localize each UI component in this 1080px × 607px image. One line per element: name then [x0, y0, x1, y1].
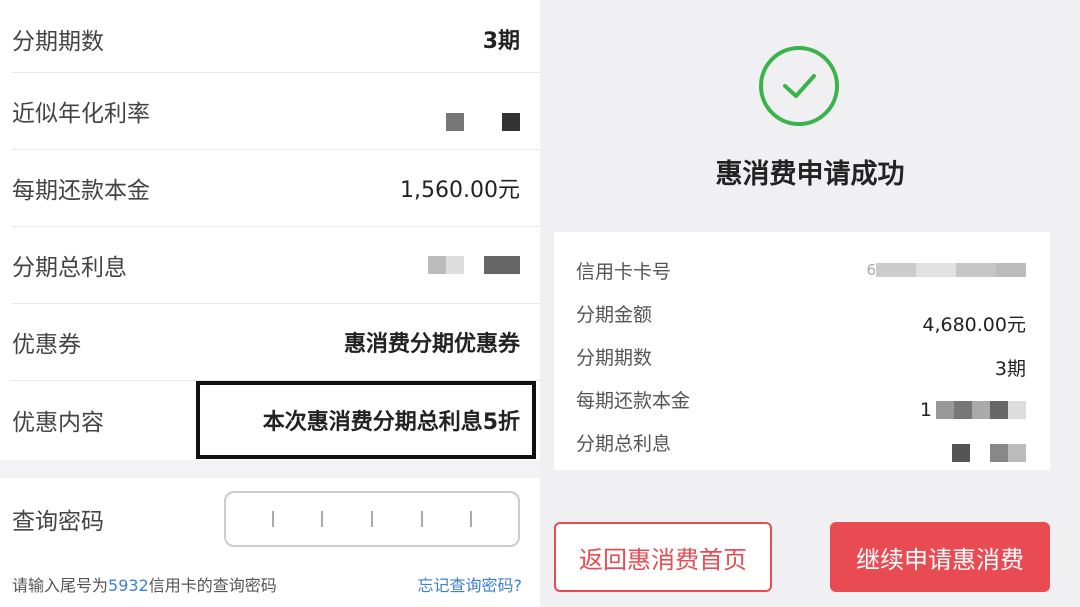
password-hint: 请输入尾号为5932信用卡的查询密码 忘记查询密码?	[12, 568, 522, 600]
password-digit-slot	[420, 511, 423, 527]
redacted-interest	[952, 444, 1026, 462]
detail-value: 4,680.00元	[922, 313, 1026, 336]
row-label: 优惠内容	[12, 409, 104, 436]
card-tail-number: 5932	[108, 576, 149, 595]
detail-label: 信用卡卡号	[576, 260, 672, 283]
detail-value: 3期	[994, 357, 1026, 380]
row-principal-per-period: 每期还款本金 1,560.00元	[0, 149, 540, 226]
success-screen: 惠消费申请成功 信用卡卡号 6 分期金额 4,680.00元 分期期数 3期 每…	[540, 0, 1080, 607]
row-label: 优惠券	[12, 331, 81, 358]
row-installment-count: 分期期数 3期	[0, 0, 540, 77]
row-annual-rate: 近似年化利率	[0, 72, 540, 149]
row-label: 每期还款本金	[12, 177, 150, 204]
row-value: 3期	[482, 28, 520, 54]
detail-label: 分期金额	[576, 303, 653, 326]
row-label: 分期期数	[12, 28, 104, 55]
row-total-interest: 分期总利息	[0, 226, 540, 303]
hint-text: 请输入尾号为5932信用卡的查询密码	[12, 576, 277, 595]
detail-label: 分期总利息	[576, 432, 672, 455]
row-label: 近似年化利率	[12, 100, 150, 127]
redacted-card-number: 6	[866, 261, 1026, 279]
row-value: 1,560.00元	[400, 177, 520, 203]
row-query-password: 查询密码	[0, 478, 540, 560]
installment-form: 分期期数 3期 近似年化利率 每期还款本金 1,560.00元 分期总利息 优惠…	[0, 0, 540, 607]
detail-row-installments: 分期期数 3期	[554, 336, 1050, 380]
redacted-value	[428, 255, 520, 274]
continue-apply-button[interactable]: 继续申请惠消费	[830, 522, 1050, 592]
password-digit-slot	[370, 511, 373, 527]
section-gap	[0, 460, 540, 478]
back-home-button[interactable]: 返回惠消费首页	[554, 522, 772, 592]
detail-row-card-number: 信用卡卡号 6	[554, 250, 1050, 290]
forgot-password-link[interactable]: 忘记查询密码?	[418, 572, 523, 596]
redacted-value	[446, 112, 520, 131]
highlight-frame	[196, 381, 536, 459]
detail-row-total-interest: 分期总利息	[554, 422, 1050, 462]
row-value: 惠消费分期优惠券	[343, 331, 520, 357]
detail-row-principal: 每期还款本金 1	[554, 379, 1050, 421]
success-title: 惠消费申请成功	[715, 159, 905, 190]
redacted-principal: 1	[920, 399, 1026, 421]
detail-card: 信用卡卡号 6 分期金额 4,680.00元 分期期数 3期 每期还款本金 1	[554, 232, 1050, 470]
password-digit-slot	[470, 511, 473, 527]
row-coupon: 优惠券 惠消费分期优惠券	[0, 303, 540, 380]
row-label: 查询密码	[12, 509, 104, 535]
row-label: 分期总利息	[12, 254, 127, 281]
password-input[interactable]	[224, 491, 520, 547]
detail-row-amount: 分期金额 4,680.00元	[554, 293, 1050, 336]
detail-label: 每期还款本金	[576, 389, 691, 412]
password-digit-slot	[271, 511, 274, 527]
detail-label: 分期期数	[576, 346, 653, 369]
check-circle-icon	[759, 46, 839, 126]
password-digit-slot	[321, 511, 324, 527]
